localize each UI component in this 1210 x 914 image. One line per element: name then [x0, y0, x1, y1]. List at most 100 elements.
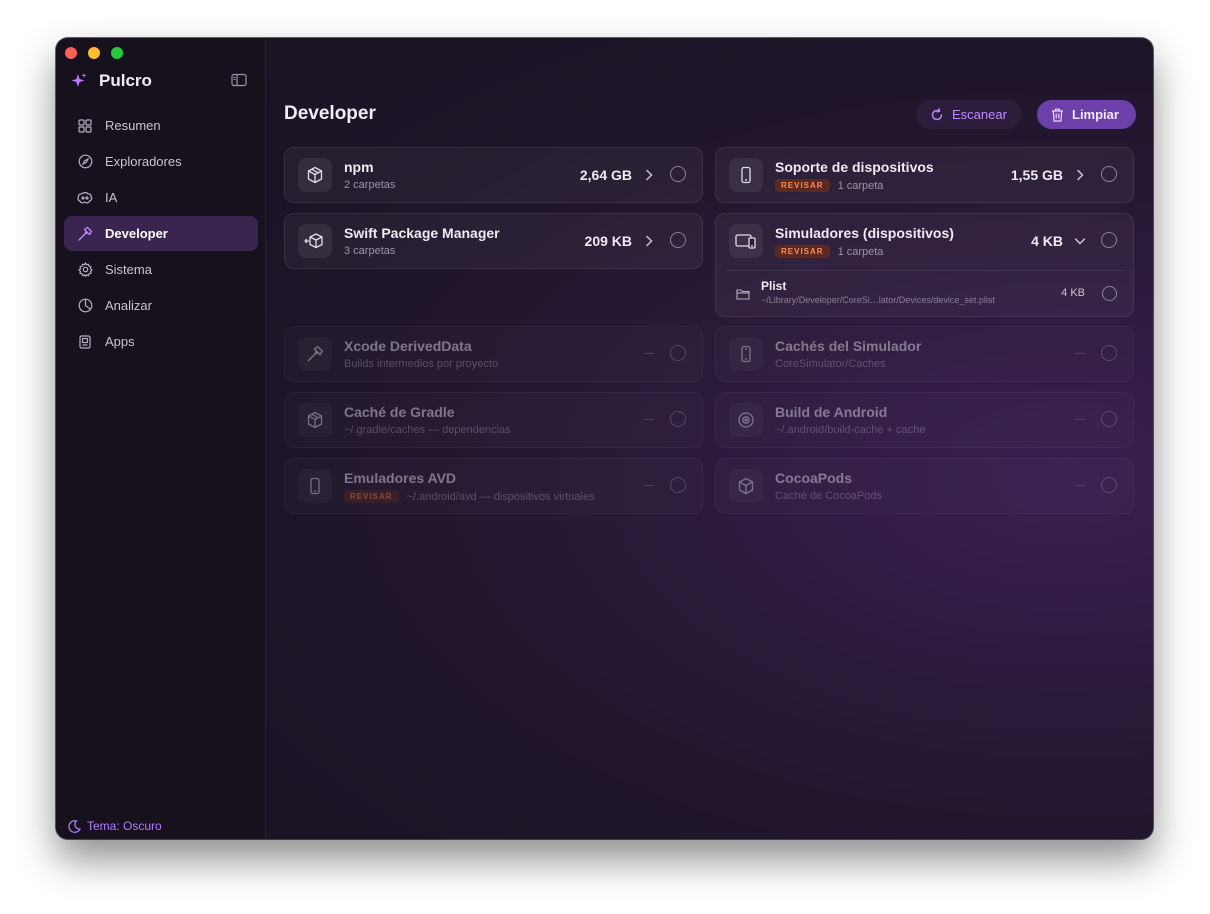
sidebar-item-label: Sistema [105, 262, 152, 277]
select-radio[interactable] [1101, 166, 1117, 182]
hammer-icon [77, 226, 93, 242]
size-placeholder [1075, 353, 1085, 354]
app-brand: Pulcro [70, 70, 152, 92]
sidebar-item-resumen[interactable]: Resumen [64, 108, 258, 143]
category-card-swift-package-manager[interactable]: Swift Package Manager 3 carpetas 209 KB [284, 213, 703, 269]
select-radio[interactable] [670, 411, 686, 427]
card-size: 4 KB [1031, 233, 1063, 249]
card-title: npm [344, 159, 374, 175]
refresh-icon [931, 107, 943, 120]
select-radio[interactable] [670, 345, 686, 361]
pie-chart-icon [77, 298, 93, 314]
card-subtitle-row: REVISAR ~/.android/avd — dispositivos vi… [344, 490, 595, 503]
review-badge: REVISAR [775, 245, 830, 258]
card-subtitle: 1 carpeta [837, 245, 884, 258]
folder-row[interactable]: Plist ~/Library/Developer/CoreSi…lator/D… [726, 270, 1123, 317]
review-badge: REVISAR [775, 179, 830, 192]
sidebar-item-label: Resumen [105, 118, 161, 133]
size-placeholder [644, 419, 654, 420]
category-card-xcode-deriveddata[interactable]: Xcode DerivedData Builds intermedios por… [284, 326, 703, 382]
android-icon [729, 403, 763, 437]
review-badge: REVISAR [344, 490, 399, 503]
main-content: Developer Escanear Limpiar npm 2 carpeta… [266, 38, 1153, 839]
size-placeholder [644, 353, 654, 354]
sidebar-item-label: Developer [105, 226, 168, 241]
chevron-right-icon[interactable] [1074, 168, 1086, 182]
folder-select-radio[interactable] [1102, 286, 1117, 301]
select-radio[interactable] [670, 232, 686, 248]
box-icon [298, 403, 332, 437]
select-radio[interactable] [670, 477, 686, 493]
sidebar-item-label: Apps [105, 334, 135, 349]
devices-icon [729, 224, 763, 258]
category-card-caches-simulador[interactable]: Cachés del Simulador CoreSimulator/Cache… [715, 326, 1134, 382]
gear-icon [77, 262, 93, 278]
card-subtitle: ~/.gradle/caches — dependencias [344, 424, 511, 436]
card-title: Swift Package Manager [344, 225, 500, 241]
app-window: Pulcro Resumen Exploradores IA Developer [56, 38, 1153, 839]
scan-button[interactable]: Escanear [916, 100, 1022, 129]
package-arrow-icon [298, 224, 332, 258]
scan-label: Escanear [952, 107, 1007, 122]
category-card-cache-gradle[interactable]: Caché de Gradle ~/.gradle/caches — depen… [284, 392, 703, 448]
category-card-simuladores[interactable]: Simuladores (dispositivos) REVISAR 1 car… [715, 213, 1134, 317]
select-radio[interactable] [1101, 232, 1117, 248]
card-title: Simuladores (dispositivos) [775, 225, 954, 241]
sidebar-item-label: Analizar [105, 298, 152, 313]
theme-toggle[interactable]: Tema: Oscuro [68, 819, 162, 833]
compass-icon [77, 154, 93, 170]
folder-size: 4 KB [1061, 287, 1085, 299]
card-subtitle: ~/.android/build-cache + cache [775, 424, 926, 436]
card-title: Xcode DerivedData [344, 338, 472, 354]
clean-label: Limpiar [1072, 107, 1119, 122]
brain-icon [77, 190, 93, 206]
card-subtitle: Builds intermedios por proyecto [344, 358, 499, 370]
select-radio[interactable] [1101, 345, 1117, 361]
sidebar-item-developer[interactable]: Developer [64, 216, 258, 251]
moon-icon [68, 819, 81, 833]
zoom-window-button[interactable] [111, 47, 123, 59]
card-subtitle: Caché de CocoaPods [775, 490, 883, 502]
card-title: CocoaPods [775, 470, 853, 486]
cube-icon [729, 469, 763, 503]
close-window-button[interactable] [65, 47, 77, 59]
size-placeholder [1075, 485, 1085, 486]
chevron-right-icon[interactable] [643, 168, 655, 182]
select-radio[interactable] [1101, 477, 1117, 493]
category-card-npm[interactable]: npm 2 carpetas 2,64 GB [284, 147, 703, 203]
minimize-window-button[interactable] [88, 47, 100, 59]
card-size: 1,55 GB [1010, 167, 1063, 183]
category-card-soporte-dispositivos[interactable]: Soporte de dispositivos REVISAR 1 carpet… [715, 147, 1134, 203]
category-card-cocoapods[interactable]: CocoaPods Caché de CocoaPods [715, 458, 1134, 514]
select-radio[interactable] [1101, 411, 1117, 427]
category-card-build-android[interactable]: Build de Android ~/.android/build-cache … [715, 392, 1134, 448]
sidebar-item-ia[interactable]: IA [64, 180, 258, 215]
select-radio[interactable] [670, 166, 686, 182]
hammer-icon [298, 337, 332, 371]
card-title: Caché de Gradle [344, 404, 455, 420]
card-title: Emuladores AVD [344, 470, 457, 486]
sidebar-item-label: Exploradores [105, 154, 182, 169]
folder-title: Plist [761, 279, 787, 293]
app-name: Pulcro [99, 71, 152, 90]
sidebar: Pulcro Resumen Exploradores IA Developer [56, 38, 266, 839]
card-subtitle: 2 carpetas [344, 179, 396, 191]
chevron-down-icon[interactable] [1074, 234, 1086, 248]
trash-icon [1052, 108, 1063, 122]
theme-label: Tema: Oscuro [87, 819, 162, 833]
folder-path: ~/Library/Developer/CoreSi…lator/Devices… [761, 295, 995, 305]
card-subtitle: ~/.android/avd — dispositivos virtuales [406, 490, 595, 503]
card-title: Build de Android [775, 404, 888, 420]
sidebar-item-sistema[interactable]: Sistema [64, 252, 258, 287]
sidebar-item-apps[interactable]: Apps [64, 324, 258, 359]
apps-icon [77, 334, 93, 350]
sidebar-item-analizar[interactable]: Analizar [64, 288, 258, 323]
chevron-right-icon[interactable] [643, 234, 655, 248]
category-card-emuladores-avd[interactable]: Emuladores AVD REVISAR ~/.android/avd — … [284, 458, 703, 514]
card-title: Cachés del Simulador [775, 338, 922, 354]
sidebar-toggle-icon[interactable] [231, 73, 247, 87]
card-subtitle: CoreSimulator/Caches [775, 358, 886, 370]
folder-icon [736, 287, 750, 305]
sidebar-item-exploradores[interactable]: Exploradores [64, 144, 258, 179]
clean-button[interactable]: Limpiar [1037, 100, 1136, 129]
